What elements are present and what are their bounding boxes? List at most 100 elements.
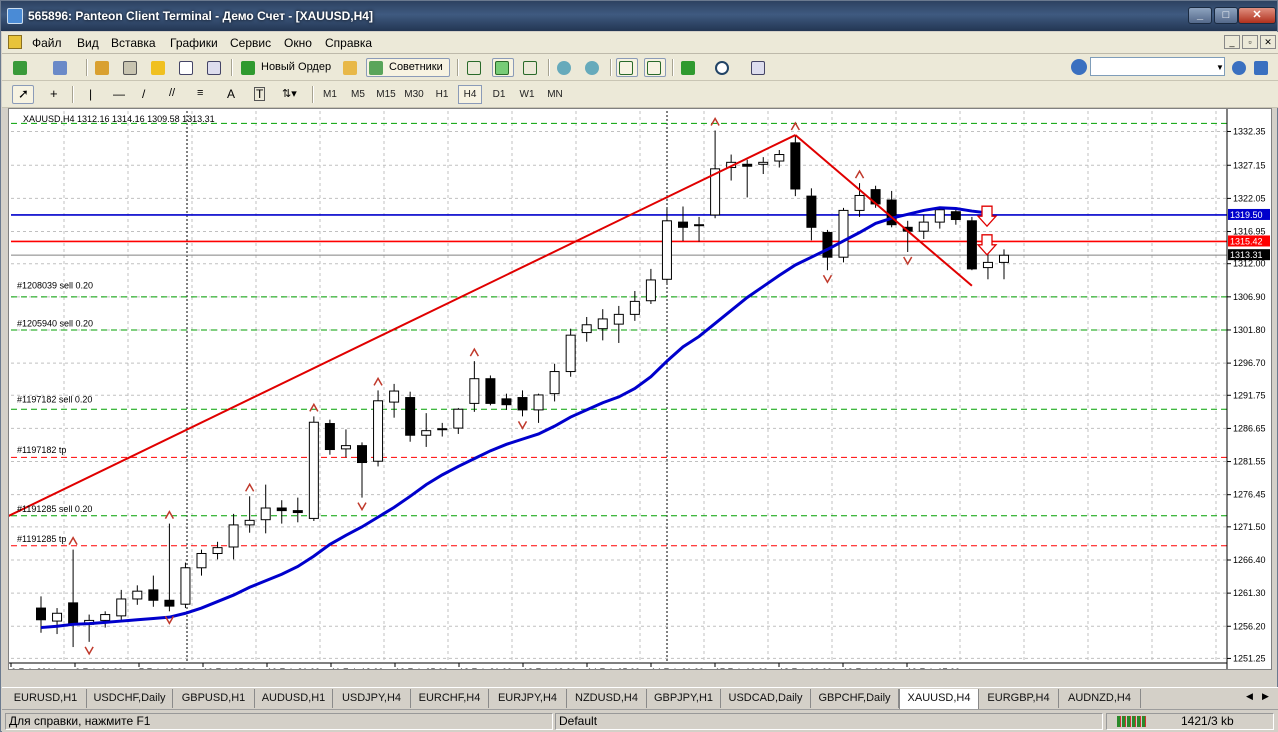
bar-chart-button[interactable]: [464, 58, 486, 77]
tab-scroll-left-icon[interactable]: ◀: [1246, 691, 1253, 702]
metaeditor-button[interactable]: [340, 58, 360, 77]
zoom-in-button[interactable]: [554, 58, 576, 77]
fractal-down-arrow: [84, 646, 94, 656]
candle-body: [324, 423, 335, 451]
chart-tab[interactable]: AUDUSD,H1: [255, 689, 333, 708]
indicators-button[interactable]: [678, 58, 708, 77]
tester-icon: [207, 61, 221, 75]
close-button[interactable]: ✕: [1238, 7, 1276, 24]
arrows-tool[interactable]: ⇅▾: [276, 85, 306, 104]
gear-icon[interactable]: [1071, 59, 1087, 75]
traffic-value: 1421/3 kb: [1181, 714, 1234, 728]
menu-bar: Файл Вид Вставка Графики Сервис Окно Спр…: [2, 32, 1278, 54]
timeframe-m5[interactable]: M5: [346, 85, 370, 104]
price-axis-label: 1256.20: [1233, 621, 1266, 631]
menu-help[interactable]: Справка: [325, 36, 372, 50]
search-button[interactable]: [1229, 58, 1247, 77]
profiles-icon: [53, 61, 67, 75]
new-order-button[interactable]: Новый Ордер: [238, 58, 336, 77]
price-axis-label: 1306.90: [1233, 292, 1266, 302]
chart-tab[interactable]: GBPJPY,H1: [647, 689, 721, 708]
text-tool[interactable]: A: [220, 85, 242, 104]
chart-tab[interactable]: EURUSD,H1: [5, 689, 87, 708]
chart-tab[interactable]: GBPCHF,Daily: [811, 689, 899, 708]
chart-window[interactable]: #1208039 sell 0.20 #1205940 sell 0.20 #119…: [8, 108, 1272, 670]
menu-insert[interactable]: Вставка: [111, 36, 156, 50]
timeframe-d1[interactable]: D1: [487, 85, 511, 104]
candle-body: [966, 220, 977, 270]
chart-tab[interactable]: GBPUSD,H1: [173, 689, 255, 708]
chart-tab[interactable]: NZDUSD,H4: [567, 689, 647, 708]
search-dropdown-icon[interactable]: ▼: [1214, 58, 1226, 77]
mdi-minimize-button[interactable]: _: [1224, 35, 1240, 49]
tab-scroll-right-icon[interactable]: ▶: [1262, 691, 1269, 702]
new-chart-button[interactable]: [10, 58, 44, 77]
line-chart-button[interactable]: [520, 58, 542, 77]
zoom-out-button[interactable]: [582, 58, 604, 77]
market-watch-button[interactable]: [92, 58, 112, 77]
periods-button[interactable]: [712, 58, 742, 77]
profiles-button[interactable]: [50, 58, 80, 77]
standard-toolbar: Новый Ордер Советники ▼: [2, 54, 1278, 81]
fractal-down-arrow: [822, 274, 833, 284]
equidistant-channel-tool[interactable]: //: [164, 85, 186, 104]
time-axis-label: 13 Feb 13:00: [523, 667, 576, 669]
candle-body: [148, 589, 159, 601]
menu-charts[interactable]: Графики: [170, 36, 218, 50]
navigator-button[interactable]: [120, 58, 140, 77]
chart-tab[interactable]: USDJPY,H4: [333, 689, 411, 708]
timeframe-mn[interactable]: MN: [543, 85, 567, 104]
menu-file[interactable]: Файл: [32, 36, 62, 50]
price-axis-label: 1301.80: [1233, 325, 1266, 335]
timeframe-m30[interactable]: M30: [402, 85, 426, 104]
fibonacci-tool[interactable]: ≡: [192, 85, 214, 104]
search-input[interactable]: [1090, 57, 1225, 76]
new-order-label: Новый Ордер: [261, 61, 332, 73]
candle-body: [918, 221, 929, 232]
templates-icon: [751, 61, 765, 75]
candle-body: [212, 547, 223, 554]
cursor-tool[interactable]: ➚: [12, 85, 34, 104]
minimize-button[interactable]: _: [1188, 7, 1212, 24]
mdi-restore-button[interactable]: ▫: [1242, 35, 1258, 49]
help-button[interactable]: [1251, 58, 1269, 77]
text-label-tool[interactable]: T: [248, 85, 270, 104]
crosshair-tool[interactable]: +: [44, 85, 66, 104]
chart-shift-button[interactable]: [644, 58, 666, 77]
candlestick-button[interactable]: [492, 58, 514, 77]
mdi-close-button[interactable]: ✕: [1260, 35, 1276, 49]
chart-tab[interactable]: EURJPY,H4: [489, 689, 567, 708]
favorites-button[interactable]: [148, 58, 168, 77]
timeframe-m1[interactable]: M1: [318, 85, 342, 104]
maximize-button[interactable]: □: [1214, 7, 1238, 24]
terminal-button[interactable]: [176, 58, 196, 77]
timeframe-h1[interactable]: H1: [430, 85, 454, 104]
timeframe-h4[interactable]: H4: [458, 85, 482, 104]
chart-tab[interactable]: XAUUSD,H4: [899, 689, 979, 710]
templates-button[interactable]: [748, 58, 778, 77]
timeframe-m15[interactable]: M15: [374, 85, 398, 104]
price-axis-label: 1276.45: [1233, 490, 1266, 500]
tester-button[interactable]: [204, 58, 224, 77]
experts-button[interactable]: Советники: [366, 58, 450, 77]
chart-tab[interactable]: USDCAD,Daily: [721, 689, 811, 708]
price-chart[interactable]: #1208039 sell 0.20 #1205940 sell 0.20 #119…: [9, 109, 1271, 669]
chart-tab[interactable]: EURGBP,H4: [979, 689, 1059, 708]
menu-view[interactable]: Вид: [77, 36, 99, 50]
horizontal-line-tool[interactable]: —: [108, 85, 130, 104]
menu-tools[interactable]: Сервис: [230, 36, 271, 50]
timeframe-w1[interactable]: W1: [515, 85, 539, 104]
metaeditor-icon: [343, 61, 357, 75]
chart-tab[interactable]: EURCHF,H4: [411, 689, 489, 708]
trendline-tool[interactable]: /: [136, 85, 158, 104]
order-label: #1208039 sell 0.20: [17, 280, 93, 290]
chart-tab[interactable]: AUDNZD,H4: [1059, 689, 1141, 708]
autoscroll-button[interactable]: [616, 58, 638, 77]
bar-chart-icon: [467, 61, 481, 75]
chart-tab[interactable]: USDCHF,Daily: [87, 689, 173, 708]
candle-body: [694, 224, 705, 227]
menu-window[interactable]: Окно: [284, 36, 312, 50]
sell-signal-arrow: [976, 205, 998, 228]
candle-body: [565, 334, 576, 373]
vertical-line-tool[interactable]: |: [80, 85, 102, 104]
